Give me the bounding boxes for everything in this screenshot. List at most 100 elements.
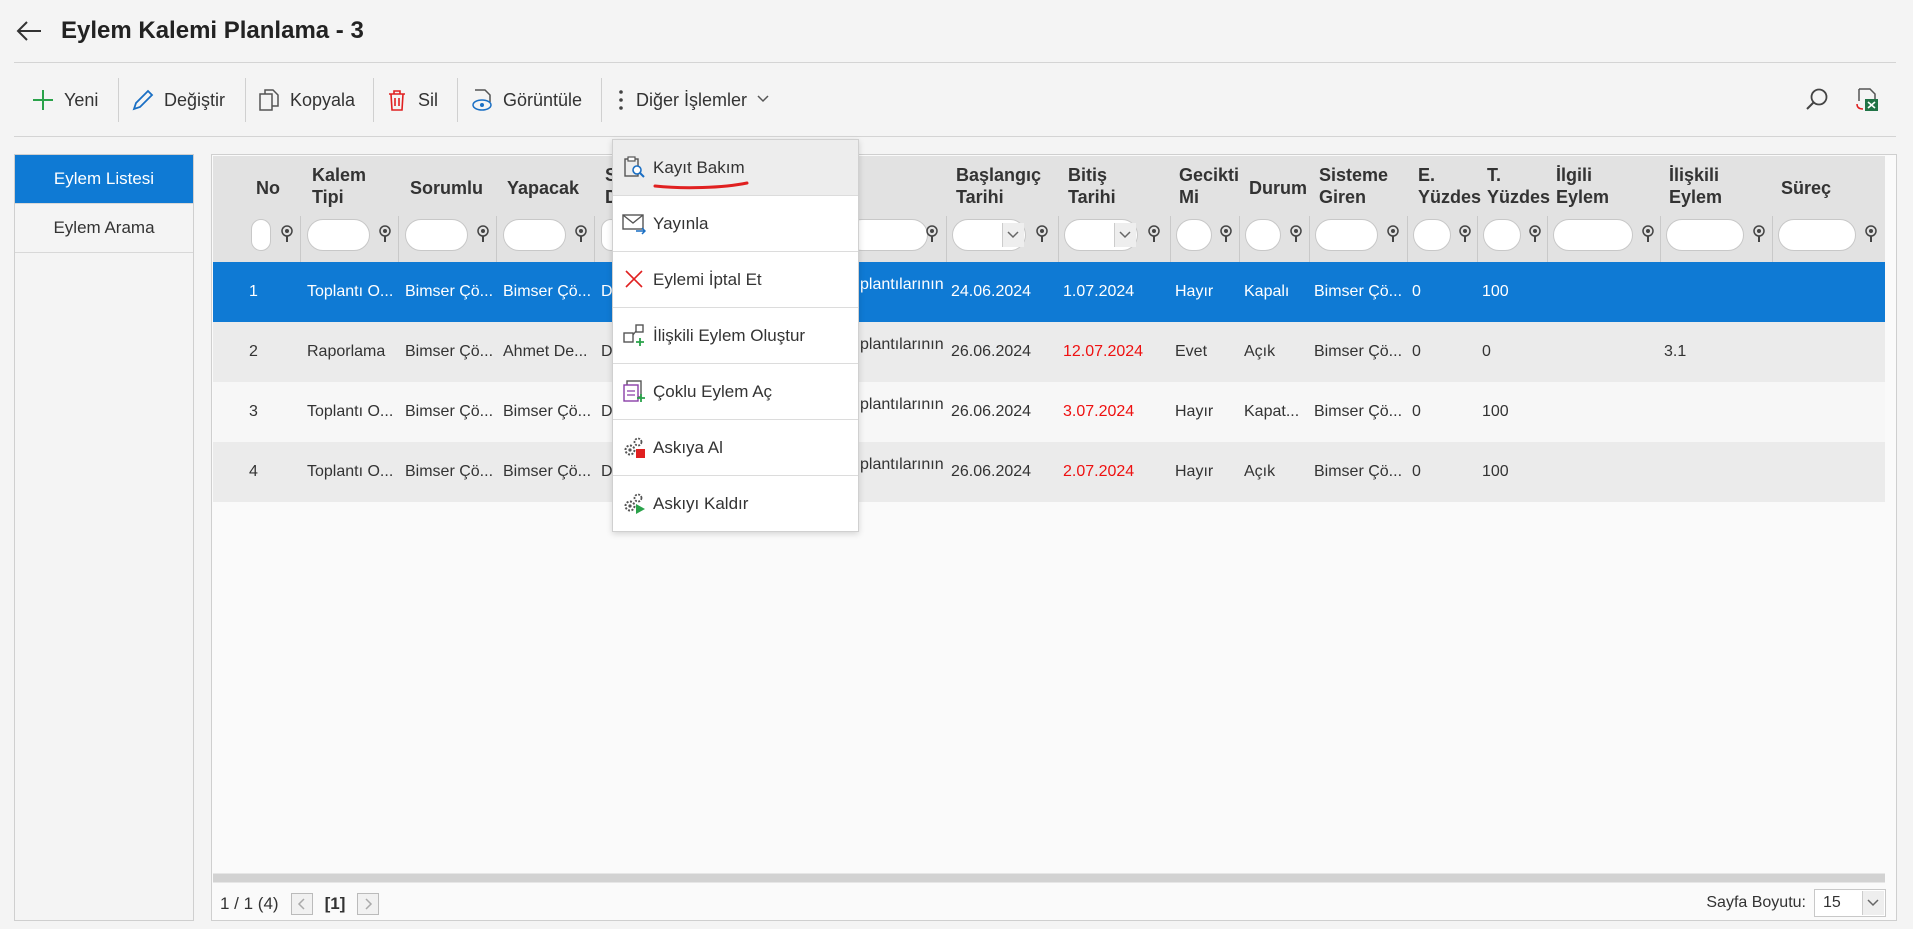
filter-input-t-yuzde[interactable] — [1483, 219, 1521, 251]
plus-icon — [30, 87, 56, 113]
column-header-t-yuzde[interactable]: T. Yüzdes — [1487, 164, 1550, 208]
filter-icon[interactable] — [1750, 224, 1768, 244]
column-header-iliskili-eylem[interactable]: İlişkili Eylem — [1669, 164, 1722, 208]
menu-item-kayit-bakim[interactable]: Kayıt Bakım — [613, 140, 858, 196]
toolbar-separator — [457, 78, 458, 122]
filter-date-bitis[interactable] — [1064, 219, 1138, 251]
cell-description: plantılarının — [860, 336, 944, 353]
page-header: Eylem Kalemi Planlama - 3 — [0, 0, 1913, 62]
filter-icon[interactable] — [1456, 224, 1474, 244]
page-title: Eylem Kalemi Planlama - 3 — [61, 17, 364, 44]
cell-sisteme-giren: Bimser Çö... — [1314, 343, 1403, 360]
filter-icon[interactable] — [278, 224, 296, 244]
filter-icon[interactable] — [1145, 224, 1163, 244]
filter-icon[interactable] — [1384, 224, 1402, 244]
back-arrow-icon[interactable] — [14, 16, 44, 46]
annotation-underline — [653, 181, 749, 190]
delete-button[interactable]: Sil — [384, 78, 438, 122]
current-page[interactable]: [1] — [325, 894, 346, 914]
filter-input-no[interactable] — [251, 219, 271, 251]
menu-item-askiya-al[interactable]: Askıya Al — [613, 420, 858, 476]
other-actions-label: Diğer İşlemler — [636, 89, 748, 110]
menu-item-coklu-eylem-ac[interactable]: Çoklu Eylem Aç — [613, 364, 858, 420]
table-row[interactable]: 2 Raporlama Bimser Çö... Ahmet De... De … — [213, 322, 1885, 382]
filter-icon[interactable] — [474, 224, 492, 244]
column-header-ilgili-eylem[interactable]: İlgili Eylem — [1556, 164, 1609, 208]
cell-t-yuzde: 100 — [1482, 463, 1509, 480]
search-button[interactable] — [1804, 78, 1830, 122]
column-header-baslangic-tarihi[interactable]: Başlangıç Tarihi — [956, 164, 1041, 208]
cell-no: 4 — [249, 463, 258, 480]
filter-icon[interactable] — [1217, 224, 1235, 244]
column-header-no[interactable]: No — [256, 177, 280, 199]
column-header-yapacak[interactable]: Yapacak — [507, 177, 579, 199]
column-header-surec[interactable]: Süreç — [1781, 177, 1831, 199]
filter-icon[interactable] — [1862, 224, 1880, 244]
filter-icon[interactable] — [376, 224, 394, 244]
toolbar-separator — [245, 78, 246, 122]
grid-header: No KalemTipi Sorumlu Yapacak SD Başlangı… — [213, 156, 1885, 262]
cell-sorumlu: Bimser Çö... — [405, 463, 494, 480]
prev-page-button[interactable] — [290, 893, 313, 915]
column-separator — [1058, 216, 1059, 262]
column-separator — [1309, 216, 1310, 262]
next-page-button[interactable] — [357, 893, 380, 915]
copy-button-label: Kopyala — [290, 89, 356, 110]
filter-input-sisteme-giren[interactable] — [1315, 219, 1378, 251]
more-vertical-icon — [614, 87, 628, 113]
filter-date-baslangic[interactable] — [952, 219, 1026, 251]
copy-button[interactable]: Kopyala — [256, 78, 355, 122]
nav-item-eylem-listesi[interactable]: Eylem Listesi — [15, 155, 193, 204]
menu-item-iliskili-eylem-olustur[interactable]: İlişkili Eylem Oluştur — [613, 308, 858, 364]
excel-export-icon — [1854, 87, 1880, 113]
cell-gecikti: Hayır — [1175, 403, 1214, 420]
horizontal-scrollbar[interactable] — [213, 873, 1885, 883]
scrollbar-thumb[interactable] — [213, 874, 1885, 882]
filter-input-yapacak[interactable] — [503, 219, 566, 251]
filter-input-iliskili-eylem[interactable] — [1666, 219, 1744, 251]
edit-button[interactable]: Değiştir — [130, 78, 225, 122]
filter-input-e-yuzde[interactable] — [1413, 219, 1451, 251]
nav-item-eylem-arama[interactable]: Eylem Arama — [15, 204, 193, 253]
column-header-bitis-tarihi[interactable]: Bitiş Tarihi — [1068, 164, 1116, 208]
table-row[interactable]: 3 Toplantı O... Bimser Çö... Bimser Çö..… — [213, 382, 1885, 442]
cell-sisteme-giren: Bimser Çö... — [1314, 403, 1403, 420]
page-size-select[interactable]: 15 — [1814, 889, 1886, 917]
filter-icon[interactable] — [1526, 224, 1544, 244]
cell-description: plantılarının — [860, 276, 944, 293]
column-header-durum[interactable]: Durum — [1249, 177, 1307, 199]
related-action-create-icon — [622, 323, 646, 347]
column-header-e-yuzde[interactable]: E. Yüzdes — [1418, 164, 1481, 208]
filter-input-ilgili-eylem[interactable] — [1553, 219, 1633, 251]
excel-export-button[interactable] — [1854, 78, 1880, 122]
view-document-icon — [469, 87, 495, 113]
filter-icon[interactable] — [572, 224, 590, 244]
view-button[interactable]: Görüntüle — [469, 78, 582, 122]
menu-item-eylemi-iptal-et[interactable]: Eylemi İptal Et — [613, 252, 858, 308]
toolbar: Yeni Değiştir Kopyala Sil Görüntüle Diğe… — [14, 78, 1896, 122]
filter-input-kalem-tipi[interactable] — [307, 219, 370, 251]
filter-input-durum[interactable] — [1245, 219, 1281, 251]
filter-input-gecikti[interactable] — [1176, 219, 1212, 251]
table-row[interactable]: 1 Toplantı O... Bimser Çö... Bimser Çö..… — [213, 262, 1885, 322]
filter-input-sorumlu[interactable] — [405, 219, 468, 251]
column-header-sisteme-giren[interactable]: Sisteme Giren — [1319, 164, 1388, 208]
menu-item-askiyi-kaldir[interactable]: Askıyı Kaldır — [613, 476, 858, 532]
column-header-sorumlu[interactable]: Sorumlu — [410, 177, 483, 199]
column-header-kalem-tipi[interactable]: Kalem Tipi — [312, 164, 366, 208]
filter-icon[interactable] — [923, 224, 941, 244]
table-row[interactable]: 4 Toplantı O... Bimser Çö... Bimser Çö..… — [213, 442, 1885, 502]
new-button-label: Yeni — [64, 89, 99, 110]
toolbar-divider — [14, 136, 1896, 137]
filter-icon[interactable] — [1033, 224, 1051, 244]
filter-icon[interactable] — [1287, 224, 1305, 244]
page-size-value: 15 — [1823, 894, 1841, 911]
new-button[interactable]: Yeni — [30, 78, 98, 122]
filter-icon[interactable] — [1639, 224, 1657, 244]
column-header-gecikti-mi[interactable]: Gecikti Mi — [1179, 164, 1239, 208]
menu-item-yayinla[interactable]: Yayınla — [613, 196, 858, 252]
filter-input-surec[interactable] — [1778, 219, 1856, 251]
cell-t-yuzde: 100 — [1482, 283, 1509, 300]
other-actions-button[interactable]: Diğer İşlemler — [614, 78, 771, 122]
cell-kalem-tipi: Toplantı O... — [307, 283, 394, 300]
